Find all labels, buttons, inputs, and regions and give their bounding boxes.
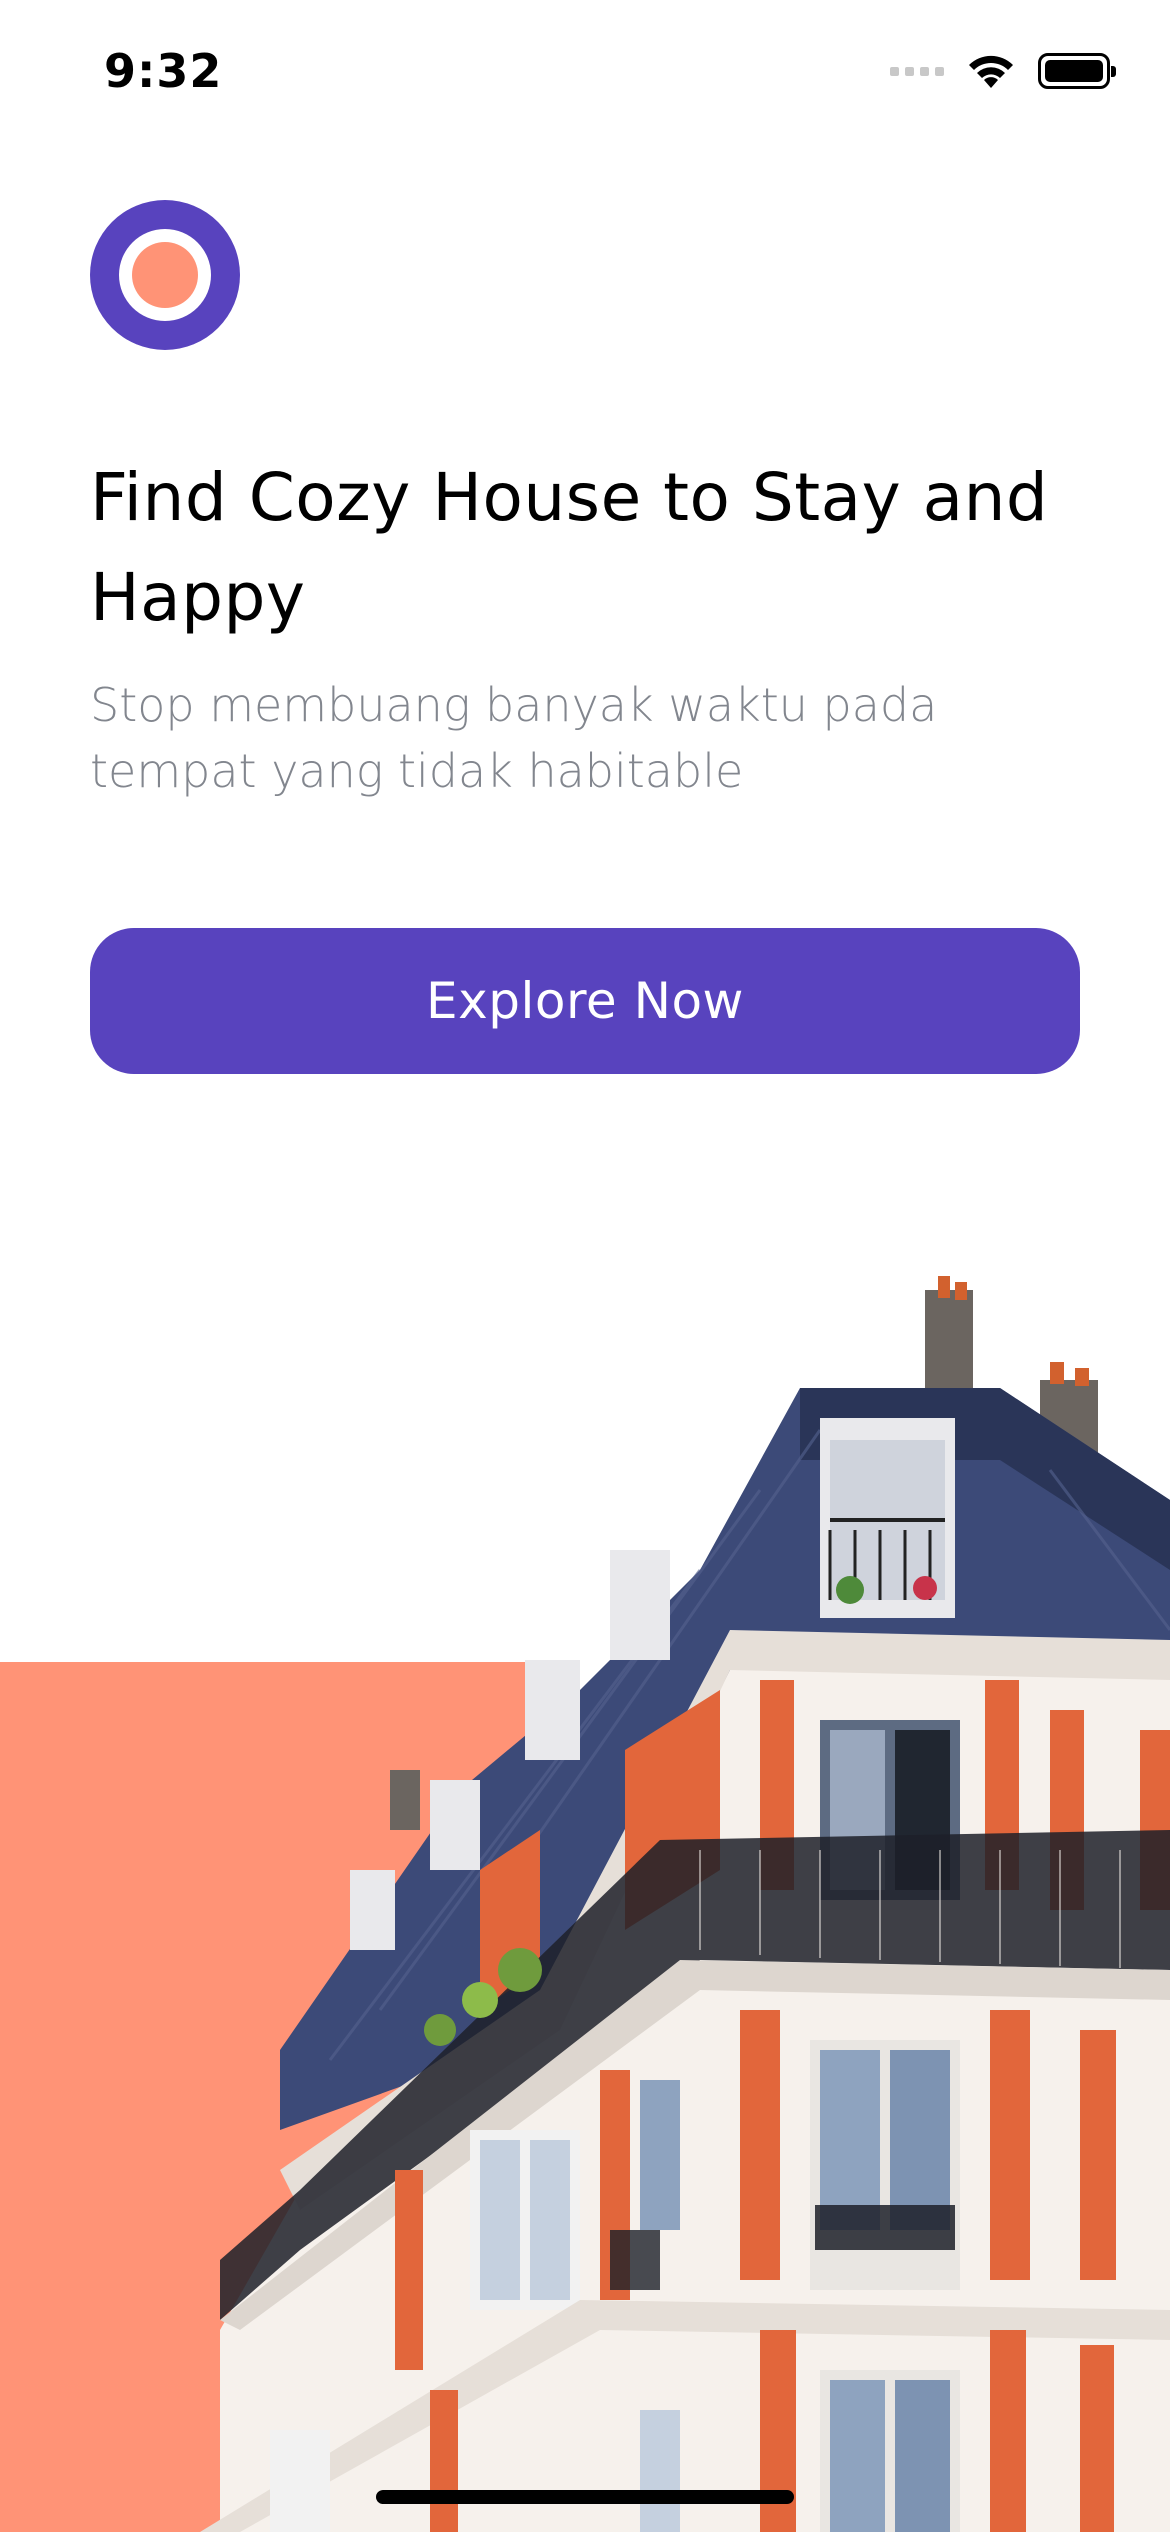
status-icons [890,52,1116,90]
app-logo-icon [90,200,240,350]
cellular-signal-icon [890,66,944,76]
status-time: 9:32 [104,44,223,98]
wifi-icon [969,55,1013,88]
page-title: Find Cozy House to Stay and Happy [90,459,1049,636]
home-indicator[interactable] [376,2490,794,2504]
status-bar: 9:32 [0,0,1170,140]
explore-now-button[interactable]: Explore Now [90,928,1080,1074]
house-image [0,1276,1170,2532]
battery-icon [1038,53,1116,89]
page-subtitle: Stop membuang banyak waktu pada tempat y… [90,678,938,798]
building-illustration [0,1270,1170,2532]
